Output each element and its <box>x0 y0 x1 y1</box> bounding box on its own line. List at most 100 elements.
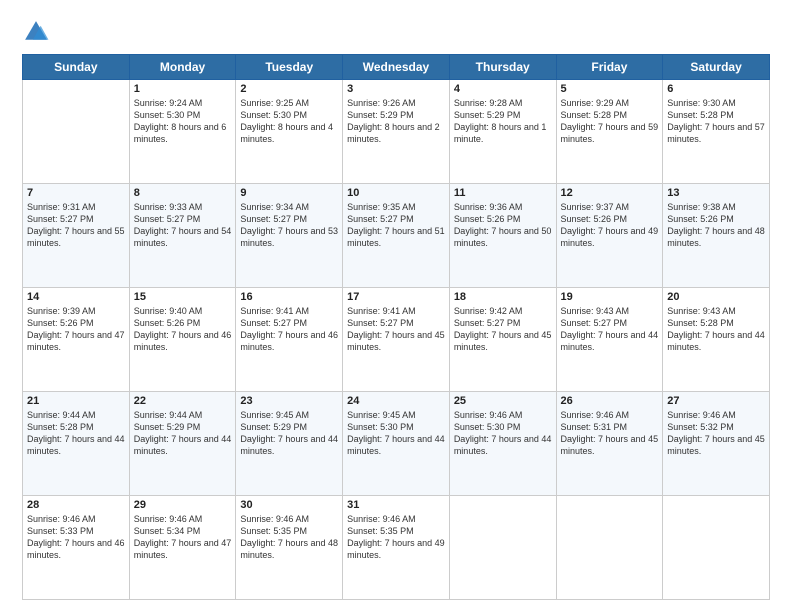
calendar-cell: 31 Sunrise: 9:46 AMSunset: 5:35 PMDaylig… <box>343 496 450 600</box>
day-number: 22 <box>134 395 232 407</box>
day-info: Sunrise: 9:25 AMSunset: 5:30 PMDaylight:… <box>240 98 333 144</box>
day-number: 21 <box>27 395 125 407</box>
calendar-cell: 19 Sunrise: 9:43 AMSunset: 5:27 PMDaylig… <box>556 288 663 392</box>
calendar-cell: 22 Sunrise: 9:44 AMSunset: 5:29 PMDaylig… <box>129 392 236 496</box>
calendar-cell: 23 Sunrise: 9:45 AMSunset: 5:29 PMDaylig… <box>236 392 343 496</box>
calendar-day-header: Thursday <box>449 55 556 80</box>
day-info: Sunrise: 9:24 AMSunset: 5:30 PMDaylight:… <box>134 98 227 144</box>
day-info: Sunrise: 9:46 AMSunset: 5:35 PMDaylight:… <box>240 514 338 560</box>
day-info: Sunrise: 9:39 AMSunset: 5:26 PMDaylight:… <box>27 306 125 352</box>
calendar-cell: 24 Sunrise: 9:45 AMSunset: 5:30 PMDaylig… <box>343 392 450 496</box>
calendar-cell: 11 Sunrise: 9:36 AMSunset: 5:26 PMDaylig… <box>449 184 556 288</box>
day-info: Sunrise: 9:46 AMSunset: 5:32 PMDaylight:… <box>667 410 765 456</box>
calendar-cell: 18 Sunrise: 9:42 AMSunset: 5:27 PMDaylig… <box>449 288 556 392</box>
calendar-week-row: 14 Sunrise: 9:39 AMSunset: 5:26 PMDaylig… <box>23 288 770 392</box>
day-number: 14 <box>27 291 125 303</box>
calendar-week-row: 21 Sunrise: 9:44 AMSunset: 5:28 PMDaylig… <box>23 392 770 496</box>
day-info: Sunrise: 9:29 AMSunset: 5:28 PMDaylight:… <box>561 98 659 144</box>
calendar-cell: 13 Sunrise: 9:38 AMSunset: 5:26 PMDaylig… <box>663 184 770 288</box>
day-number: 29 <box>134 499 232 511</box>
calendar-cell: 21 Sunrise: 9:44 AMSunset: 5:28 PMDaylig… <box>23 392 130 496</box>
calendar-cell: 14 Sunrise: 9:39 AMSunset: 5:26 PMDaylig… <box>23 288 130 392</box>
logo <box>22 18 54 46</box>
calendar-day-header: Wednesday <box>343 55 450 80</box>
calendar-cell <box>449 496 556 600</box>
day-info: Sunrise: 9:45 AMSunset: 5:29 PMDaylight:… <box>240 410 338 456</box>
calendar-cell: 30 Sunrise: 9:46 AMSunset: 5:35 PMDaylig… <box>236 496 343 600</box>
day-number: 18 <box>454 291 552 303</box>
day-number: 24 <box>347 395 445 407</box>
day-info: Sunrise: 9:42 AMSunset: 5:27 PMDaylight:… <box>454 306 552 352</box>
calendar-day-header: Tuesday <box>236 55 343 80</box>
calendar-cell: 5 Sunrise: 9:29 AMSunset: 5:28 PMDayligh… <box>556 80 663 184</box>
day-number: 2 <box>240 83 338 95</box>
day-number: 17 <box>347 291 445 303</box>
calendar-day-header: Monday <box>129 55 236 80</box>
day-number: 7 <box>27 187 125 199</box>
calendar-cell: 4 Sunrise: 9:28 AMSunset: 5:29 PMDayligh… <box>449 80 556 184</box>
day-info: Sunrise: 9:38 AMSunset: 5:26 PMDaylight:… <box>667 202 765 248</box>
calendar-cell: 15 Sunrise: 9:40 AMSunset: 5:26 PMDaylig… <box>129 288 236 392</box>
calendar-cell: 10 Sunrise: 9:35 AMSunset: 5:27 PMDaylig… <box>343 184 450 288</box>
day-number: 30 <box>240 499 338 511</box>
day-number: 19 <box>561 291 659 303</box>
day-number: 20 <box>667 291 765 303</box>
calendar-cell: 28 Sunrise: 9:46 AMSunset: 5:33 PMDaylig… <box>23 496 130 600</box>
day-info: Sunrise: 9:44 AMSunset: 5:29 PMDaylight:… <box>134 410 232 456</box>
day-info: Sunrise: 9:46 AMSunset: 5:33 PMDaylight:… <box>27 514 125 560</box>
day-number: 23 <box>240 395 338 407</box>
day-info: Sunrise: 9:45 AMSunset: 5:30 PMDaylight:… <box>347 410 445 456</box>
day-info: Sunrise: 9:46 AMSunset: 5:34 PMDaylight:… <box>134 514 232 560</box>
day-info: Sunrise: 9:43 AMSunset: 5:28 PMDaylight:… <box>667 306 765 352</box>
calendar-cell: 8 Sunrise: 9:33 AMSunset: 5:27 PMDayligh… <box>129 184 236 288</box>
day-number: 10 <box>347 187 445 199</box>
day-number: 16 <box>240 291 338 303</box>
day-info: Sunrise: 9:33 AMSunset: 5:27 PMDaylight:… <box>134 202 232 248</box>
calendar-cell: 26 Sunrise: 9:46 AMSunset: 5:31 PMDaylig… <box>556 392 663 496</box>
day-number: 4 <box>454 83 552 95</box>
calendar-cell: 6 Sunrise: 9:30 AMSunset: 5:28 PMDayligh… <box>663 80 770 184</box>
calendar-week-row: 1 Sunrise: 9:24 AMSunset: 5:30 PMDayligh… <box>23 80 770 184</box>
day-info: Sunrise: 9:43 AMSunset: 5:27 PMDaylight:… <box>561 306 659 352</box>
calendar-cell <box>23 80 130 184</box>
day-number: 1 <box>134 83 232 95</box>
day-info: Sunrise: 9:36 AMSunset: 5:26 PMDaylight:… <box>454 202 552 248</box>
header <box>22 18 770 46</box>
day-number: 27 <box>667 395 765 407</box>
day-number: 31 <box>347 499 445 511</box>
calendar-day-header: Saturday <box>663 55 770 80</box>
calendar-cell <box>663 496 770 600</box>
calendar-header-row: SundayMondayTuesdayWednesdayThursdayFrid… <box>23 55 770 80</box>
day-info: Sunrise: 9:35 AMSunset: 5:27 PMDaylight:… <box>347 202 445 248</box>
day-info: Sunrise: 9:30 AMSunset: 5:28 PMDaylight:… <box>667 98 765 144</box>
day-info: Sunrise: 9:41 AMSunset: 5:27 PMDaylight:… <box>240 306 338 352</box>
day-number: 25 <box>454 395 552 407</box>
day-number: 13 <box>667 187 765 199</box>
day-info: Sunrise: 9:46 AMSunset: 5:35 PMDaylight:… <box>347 514 445 560</box>
logo-icon <box>22 18 50 46</box>
day-number: 9 <box>240 187 338 199</box>
day-number: 6 <box>667 83 765 95</box>
day-info: Sunrise: 9:26 AMSunset: 5:29 PMDaylight:… <box>347 98 440 144</box>
calendar-cell: 1 Sunrise: 9:24 AMSunset: 5:30 PMDayligh… <box>129 80 236 184</box>
day-info: Sunrise: 9:37 AMSunset: 5:26 PMDaylight:… <box>561 202 659 248</box>
day-info: Sunrise: 9:41 AMSunset: 5:27 PMDaylight:… <box>347 306 445 352</box>
calendar-week-row: 7 Sunrise: 9:31 AMSunset: 5:27 PMDayligh… <box>23 184 770 288</box>
calendar-cell: 17 Sunrise: 9:41 AMSunset: 5:27 PMDaylig… <box>343 288 450 392</box>
calendar-cell: 3 Sunrise: 9:26 AMSunset: 5:29 PMDayligh… <box>343 80 450 184</box>
calendar-week-row: 28 Sunrise: 9:46 AMSunset: 5:33 PMDaylig… <box>23 496 770 600</box>
day-info: Sunrise: 9:44 AMSunset: 5:28 PMDaylight:… <box>27 410 125 456</box>
calendar-cell: 9 Sunrise: 9:34 AMSunset: 5:27 PMDayligh… <box>236 184 343 288</box>
calendar-cell: 29 Sunrise: 9:46 AMSunset: 5:34 PMDaylig… <box>129 496 236 600</box>
day-number: 12 <box>561 187 659 199</box>
day-number: 11 <box>454 187 552 199</box>
day-info: Sunrise: 9:40 AMSunset: 5:26 PMDaylight:… <box>134 306 232 352</box>
calendar-cell: 27 Sunrise: 9:46 AMSunset: 5:32 PMDaylig… <box>663 392 770 496</box>
calendar-cell: 25 Sunrise: 9:46 AMSunset: 5:30 PMDaylig… <box>449 392 556 496</box>
day-info: Sunrise: 9:46 AMSunset: 5:31 PMDaylight:… <box>561 410 659 456</box>
calendar-cell: 20 Sunrise: 9:43 AMSunset: 5:28 PMDaylig… <box>663 288 770 392</box>
calendar-table: SundayMondayTuesdayWednesdayThursdayFrid… <box>22 54 770 600</box>
day-number: 28 <box>27 499 125 511</box>
day-info: Sunrise: 9:46 AMSunset: 5:30 PMDaylight:… <box>454 410 552 456</box>
page: SundayMondayTuesdayWednesdayThursdayFrid… <box>0 0 792 612</box>
